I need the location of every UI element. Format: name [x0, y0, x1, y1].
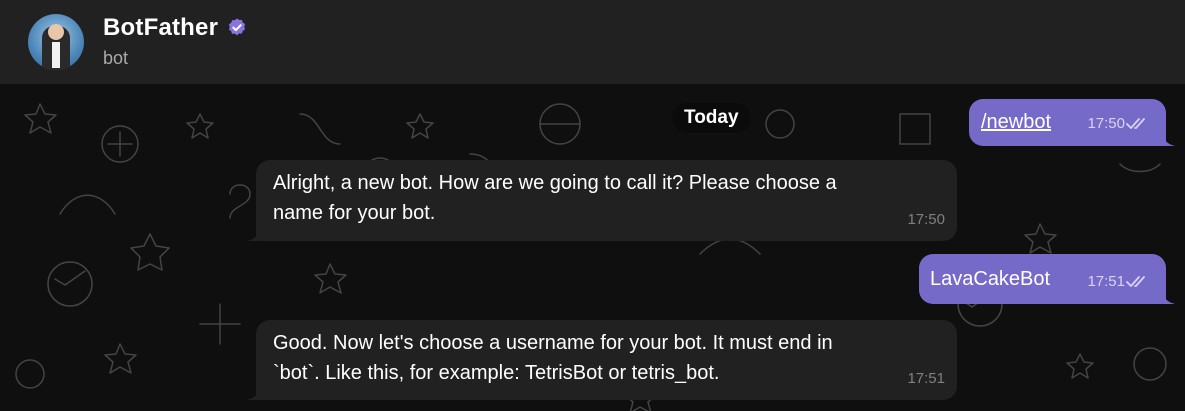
message-meta: 17:51	[1087, 267, 1152, 297]
message-time: 17:51	[1087, 273, 1125, 290]
message-text: LavaCakeBot	[930, 268, 1051, 290]
incoming-message[interactable]: Alright, a new bot. How are we going to …	[247, 160, 957, 241]
incoming-message[interactable]: Good. Now let's choose a username for yo…	[247, 320, 957, 400]
message-list[interactable]: Today /newbot 17:50 Alright, a new bot. …	[0, 84, 1185, 411]
date-separator: Today	[672, 103, 751, 133]
command-link[interactable]: /newbot	[981, 107, 1051, 137]
outgoing-message[interactable]: LavaCakeBot 17:51	[919, 254, 1175, 304]
chat-title[interactable]: BotFather	[103, 14, 218, 42]
message-text-line: Good. Now let's choose a username for yo…	[273, 332, 833, 354]
bot-avatar[interactable]	[28, 14, 84, 70]
message-text-line: Alright, a new bot. How are we going to …	[273, 172, 837, 194]
bubble-tail	[247, 386, 259, 400]
double-check-icon	[1126, 276, 1145, 287]
verified-badge-icon	[229, 18, 246, 36]
telegram-chat-window: BotFather bot Today /newbot 17:50 Alrigh…	[0, 0, 1185, 411]
avatar-shirt	[52, 42, 60, 68]
message-time: 17:50	[907, 211, 945, 228]
bubble-tail	[1163, 290, 1175, 304]
message-text-line: `bot`. Like this, for example: TetrisBot…	[273, 362, 720, 384]
message-text-line: name for your bot.	[273, 202, 436, 224]
chat-header[interactable]: BotFather bot	[0, 0, 1185, 84]
message-meta: 17:50	[1087, 109, 1152, 139]
message-time: 17:51	[907, 370, 945, 387]
message-time: 17:50	[1087, 115, 1125, 132]
double-check-icon	[1126, 118, 1145, 129]
chat-subtitle: bot	[103, 48, 129, 68]
bubble-tail	[1163, 132, 1175, 146]
avatar-face	[48, 24, 64, 40]
outgoing-message[interactable]: /newbot 17:50	[969, 99, 1175, 146]
chat-title-row: BotFather	[103, 14, 248, 42]
bubble-tail	[247, 227, 259, 241]
